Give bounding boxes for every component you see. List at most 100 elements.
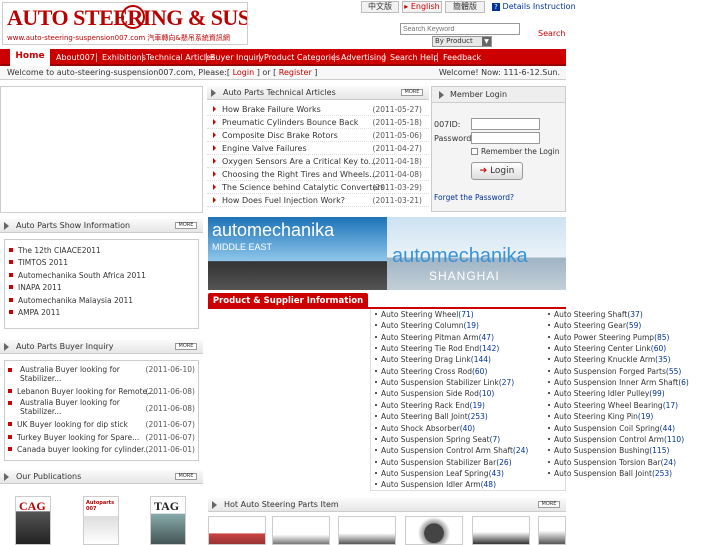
product-category-item[interactable]: Auto Suspension Side Rod(10) — [375, 389, 494, 398]
articles-more-button[interactable]: MORE — [401, 89, 423, 96]
article-title: The Science behind Catalytic Converters — [222, 183, 385, 192]
bullet-icon — [548, 313, 550, 315]
product-category-item[interactable]: Auto Steering Tie Rod End(142) — [375, 344, 499, 353]
product-category-item[interactable]: Auto Suspension Leaf Spring(43) — [375, 469, 504, 478]
article-item[interactable]: Choosing the Right Tires and Wheels... (2… — [207, 168, 429, 181]
nav-technical-articles[interactable]: Technical Articles — [146, 49, 215, 66]
product-category-item[interactable]: Auto Suspension Stabilizer Link(27) — [375, 378, 514, 387]
banner-shanghai[interactable]: automechanika SHANGHAI — [387, 217, 566, 290]
cover-title: Autoparts 007 — [86, 500, 115, 512]
article-item[interactable]: The Science behind Catalytic Converters(… — [207, 181, 429, 194]
lang-english-button[interactable]: ▸ English — [402, 1, 442, 13]
product-category-item[interactable]: Auto Steering Column(19) — [375, 321, 479, 330]
hot-item-thumbnail[interactable] — [472, 516, 530, 545]
register-link[interactable]: Register — [279, 68, 312, 77]
product-category-item[interactable]: Auto Steering Gear(59) — [548, 321, 641, 330]
product-category-item[interactable]: Auto Steering Drag Link(144) — [375, 355, 491, 364]
lang-simplified-button[interactable]: 簡體版 — [445, 1, 485, 13]
product-category-item[interactable]: Auto Shock Absorber(40) — [375, 424, 475, 433]
article-item[interactable]: Oxygen Sensors Are a Critical Key to...(… — [207, 155, 429, 168]
nav-feedback[interactable]: Feedback — [443, 49, 481, 66]
show-item[interactable]: The 12th CIAACE2011 — [9, 246, 101, 255]
nav-product-categories[interactable]: Product Categories — [264, 49, 340, 66]
lang-traditional-button[interactable]: 中文版 — [361, 1, 399, 13]
show-item[interactable]: INAPA 2011 — [9, 283, 62, 292]
hot-item-thumbnail[interactable] — [538, 516, 566, 545]
nav-about[interactable]: About007 — [56, 49, 95, 66]
search-input[interactable] — [400, 23, 520, 35]
article-item[interactable]: Engine Valve Failures (2011-04-27) — [207, 142, 429, 155]
product-category-item[interactable]: Auto Suspension Inner Arm Shaft(6) — [548, 378, 689, 387]
product-category-item[interactable]: Auto Suspension Coil Spring(44) — [548, 424, 675, 433]
details-link[interactable]: ? Details Instruction — [492, 2, 576, 11]
automechanika-banner[interactable]: automechanika MIDDLE EAST automechanika … — [208, 217, 566, 290]
product-category-item[interactable]: Auto Steering Center Link(60) — [548, 344, 666, 353]
show-more-button[interactable]: MORE — [175, 222, 197, 229]
hot-item-thumbnail[interactable] — [338, 516, 396, 545]
product-category-item[interactable]: Auto Suspension Control Arm Shaft(24) — [375, 446, 528, 455]
search-scope-select[interactable]: By Product ▼ — [432, 36, 492, 47]
buyer-item[interactable]: Turkey Buyer looking for Spare... (2011-0… — [8, 433, 198, 443]
product-category-item[interactable]: Auto Steering Rack End(19) — [375, 401, 485, 410]
article-item[interactable]: Pneumatic Cylinders Bounce Back (2011-05-… — [207, 116, 429, 129]
product-category-item[interactable]: Auto Steering Cross Rod(60) — [375, 367, 487, 376]
publication-cover-cag[interactable]: CAG — [15, 496, 51, 545]
product-category-item[interactable]: Auto Suspension Control Arm(110) — [548, 435, 684, 444]
product-category-item[interactable]: Auto Suspension Idler Arm(48) — [375, 480, 496, 489]
nav-exhibitions[interactable]: Exhibitions — [102, 49, 146, 66]
hot-item-thumbnail[interactable] — [405, 516, 463, 545]
product-category-item[interactable]: Auto Steering Wheel(71) — [375, 310, 474, 319]
buyer-item[interactable]: Australia Buyer looking for Stabilizer..… — [8, 398, 198, 416]
forgot-password-link[interactable]: Forget the Password? — [434, 193, 514, 202]
product-category-item[interactable]: Auto Suspension Forged Parts(55) — [548, 367, 681, 376]
search-button[interactable]: Search — [538, 29, 565, 38]
buyer-item[interactable]: Lebanon Buyer looking for Remote... (2011… — [8, 387, 198, 397]
buyer-more-button[interactable]: MORE — [175, 343, 197, 350]
show-item[interactable]: Automechanika Malaysia 2011 — [9, 296, 133, 305]
product-category-item[interactable]: Auto Suspension Ball Joint(253) — [548, 469, 672, 478]
nav-search-help[interactable]: Search Help — [390, 49, 438, 66]
hot-item-thumbnail[interactable] — [208, 516, 266, 545]
login-link[interactable]: Login — [233, 68, 255, 77]
publications-more-button[interactable]: MORE — [175, 473, 197, 480]
bullet-icon — [548, 347, 550, 350]
show-item[interactable]: Automechanika South Africa 2011 — [9, 271, 146, 280]
product-supplier-tab[interactable]: Product & Supplier Information — [208, 293, 368, 309]
publication-cover-autoparts[interactable]: Autoparts 007 — [83, 496, 119, 545]
product-category-item[interactable]: Auto Suspension Torsion Bar(24) — [548, 458, 676, 467]
product-category-item[interactable]: Auto Steering King Pin(19) — [548, 412, 653, 421]
publication-cover-tag[interactable]: TAG — [150, 496, 186, 545]
banner-middle-east[interactable]: automechanika MIDDLE EAST — [208, 217, 387, 290]
product-category-item[interactable]: Auto Steering Idler Pulley(99) — [548, 389, 665, 398]
product-category-item[interactable]: Auto Suspension Stabilizer Bar(26) — [375, 458, 512, 467]
product-category-name: Auto Steering Idler Pulley — [554, 389, 650, 399]
buyer-item[interactable]: Australia Buyer looking for Stabilizer..… — [8, 365, 198, 381]
buyer-item[interactable]: Canada buyer looking for cylinder... (201… — [8, 445, 198, 455]
product-category-item[interactable]: Auto Suspension Spring Seat(7) — [375, 435, 500, 444]
nav-advertising[interactable]: Advertising — [341, 49, 386, 66]
article-item[interactable]: How Does Fuel Injection Work? (2011-03-21… — [207, 194, 429, 207]
product-category-name: Auto Steering Wheel — [381, 310, 459, 319]
product-category-item[interactable]: Auto Steering Knuckle Arm(35) — [548, 355, 671, 364]
product-category-item[interactable]: Auto Steering Shaft(37) — [548, 310, 643, 319]
password-field[interactable] — [471, 132, 540, 144]
site-logo[interactable]: AUTO STEERING & SUSPENSION 007 www.auto-… — [2, 2, 248, 45]
remember-checkbox[interactable] — [471, 148, 478, 155]
product-category-name: Auto Steering Ball Joint — [381, 412, 468, 422]
nav-buyer-inquiry[interactable]: Buyer Inquiry — [210, 49, 264, 66]
id-field[interactable] — [471, 118, 540, 130]
nav-home[interactable]: Home — [10, 48, 50, 66]
product-category-item[interactable]: Auto Steering Wheel Bearing(17) — [548, 401, 678, 410]
show-item[interactable]: AMPA 2011 — [9, 308, 60, 317]
hot-item-thumbnail[interactable] — [272, 516, 330, 545]
article-item[interactable]: Composite Disc Brake Rotors (2011-05-06) — [207, 129, 429, 142]
product-category-item[interactable]: Auto Steering Ball Joint(253) — [375, 412, 488, 421]
article-item[interactable]: How Brake Failure Works (2011-05-27) — [207, 103, 429, 116]
product-category-item[interactable]: Auto Suspension Bushing(115) — [548, 446, 669, 455]
show-item[interactable]: TIMTOS 2011 — [9, 258, 68, 267]
product-category-item[interactable]: Auto Steering Pitman Arm(47) — [375, 333, 494, 342]
buyer-item[interactable]: UK Buyer looking for dip stick (2011-06-0… — [8, 420, 198, 430]
login-button[interactable]: ➔ Login — [471, 162, 523, 180]
product-category-item[interactable]: Auto Power Steering Pump(85) — [548, 333, 669, 342]
hot-more-button[interactable]: MORE — [538, 501, 560, 508]
